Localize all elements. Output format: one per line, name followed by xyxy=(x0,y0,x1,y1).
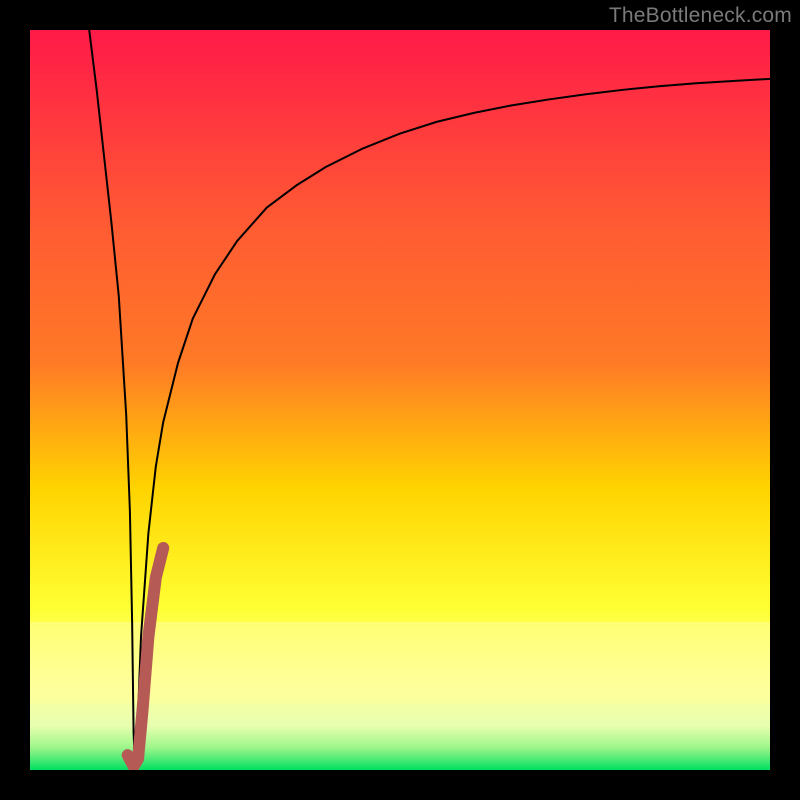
chart-frame: TheBottleneck.com xyxy=(0,0,800,800)
plot-area xyxy=(30,30,770,770)
watermark-text: TheBottleneck.com xyxy=(609,4,792,28)
plot-svg xyxy=(30,30,770,770)
